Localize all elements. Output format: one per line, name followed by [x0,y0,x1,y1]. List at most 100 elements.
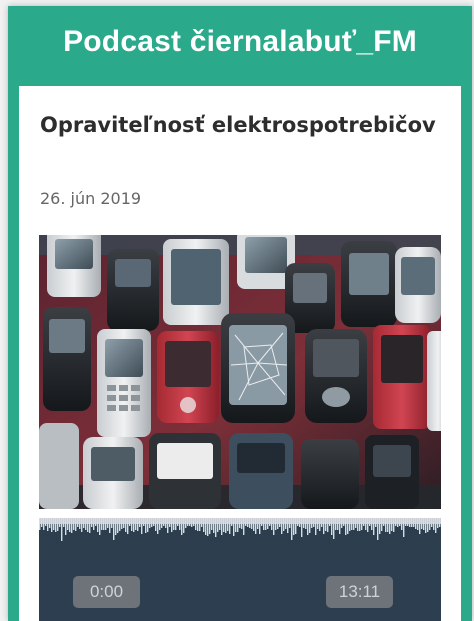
waveform-bar [185,518,187,528]
waveform-bar [407,518,409,526]
waveform-bar [439,518,441,527]
waveform-bar [163,518,165,526]
waveform-bar [369,518,371,526]
waveform-bar [387,518,389,532]
waveform-bar [383,518,385,526]
waveform-bar [93,518,95,530]
waveform-bar [143,518,145,526]
waveform-bar [109,518,111,533]
waveform-bar [173,518,175,530]
waveform-bar [261,518,263,526]
waveform-bar [187,518,189,526]
audio-player[interactable]: 0:00 13:11 [39,518,441,621]
waveform-bar [189,518,191,526]
waveform-bar [87,518,89,532]
waveform-bar [271,518,273,530]
waveform-bar [411,518,413,527]
waveform-bar [275,518,277,530]
waveform-bar [303,518,305,528]
waveform-bar [235,518,237,532]
waveform-bar [239,518,241,528]
waveform-bar [79,518,81,529]
waveform-bar [343,518,345,526]
waveform-bar [127,518,129,534]
waveform-bar [61,518,63,541]
episode-title[interactable]: Opraviteľnosť elektrospotrebičov [40,106,440,144]
waveform-bar [243,518,245,535]
waveform-bar [155,518,157,531]
waveform-bar [363,518,365,526]
waveform-bar [287,518,289,533]
waveform-scrubber[interactable] [39,518,441,558]
waveform-bar [139,518,141,527]
waveform-bar [381,518,383,531]
current-time: 0:00 [73,576,140,608]
waveform-bar [125,518,127,532]
waveform-bar [299,518,301,527]
waveform-bar [245,518,247,526]
waveform-bar [337,518,339,530]
waveform-bar [327,518,329,532]
waveform-bar [59,518,61,527]
waveform-bar [273,518,275,535]
widget-header: Podcast čiernalabuť_FM [8,6,472,78]
waveform-bar [75,518,77,531]
waveform-bar [371,518,373,530]
waveform-bar [319,518,321,531]
waveform-bar [203,518,205,532]
waveform-bar [279,518,281,527]
waveform-bar [85,518,87,530]
waveform-bar [385,518,387,532]
waveform-bar [179,518,181,530]
waveform-bar [301,518,303,537]
waveform-bar [291,518,293,540]
waveform-bar [227,518,229,531]
waveform-bar [105,518,107,530]
waveform-bar [197,518,199,531]
waveform-bar [419,518,421,534]
waveform-bar [333,518,335,539]
waveform-bar [349,518,351,531]
waveform-bar [107,518,109,528]
waveform-bar [177,518,179,526]
waveform-bar [121,518,123,529]
waveform-bar [131,518,133,531]
waveform-bar [215,518,217,537]
waveform-bar [133,518,135,532]
waveform-bar [269,518,271,526]
waveform-bar [241,518,243,529]
waveform-bar [119,518,121,531]
waveform-bar [429,518,431,530]
waveform-bar [417,518,419,530]
waveform-bar [137,518,139,531]
waveform-bar [149,518,151,528]
waveform-bar [415,518,417,529]
waveform-bar [39,518,41,530]
waveform-bar [55,518,57,532]
waveform-bar [101,518,103,530]
waveform-bar [401,518,403,530]
waveform-bar [69,518,71,532]
waveform-bar [255,518,257,534]
waveform-bar [171,518,173,532]
waveform-bar [405,518,407,526]
waveform-bar [147,518,149,532]
waveform-bar [285,518,287,529]
waveform-bar [195,518,197,530]
waveform-bar [43,518,45,530]
waveform-bar [237,518,239,532]
waveform-bar [309,518,311,533]
waveform-bar [351,518,353,530]
waveform-bar [67,518,69,530]
waveform-bar [323,518,325,534]
waveform-bar [289,518,291,528]
waveform-bar [375,518,377,527]
waveform-bar [117,518,119,533]
episode-cover-image[interactable] [39,235,441,509]
waveform-bar [353,518,355,530]
waveform-bar [347,518,349,534]
waveform-bar [311,518,313,528]
waveform-bar [209,518,211,534]
waveform-bar [63,518,65,527]
waveform-bar [47,518,49,531]
